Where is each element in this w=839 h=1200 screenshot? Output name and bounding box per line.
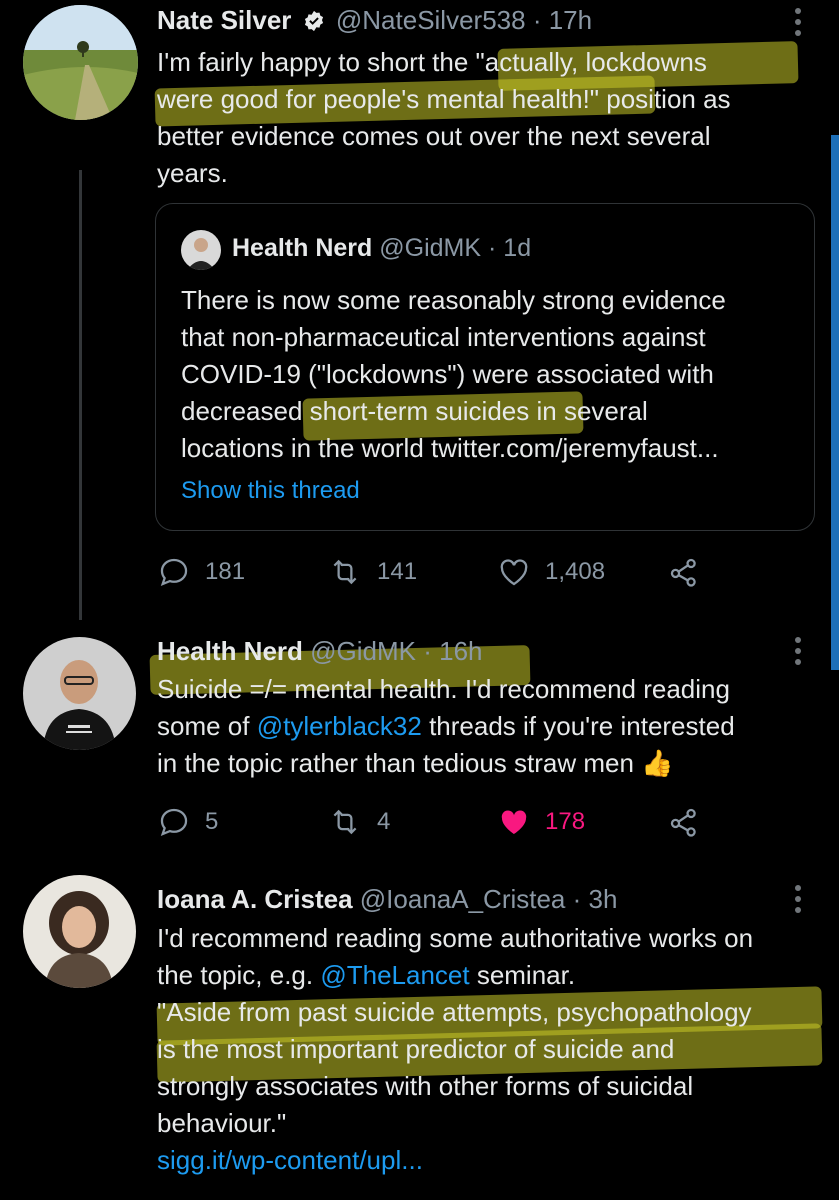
quote-text: There is now some reasonably strong evid… (181, 282, 801, 467)
text-segment: threads if you're interested (421, 711, 735, 741)
quote-line: that non-pharmaceutical interventions ag… (181, 322, 706, 352)
quote-author-handle: @GidMK (379, 234, 482, 262)
tweet-line: better evidence comes out over the next … (157, 121, 711, 151)
more-icon[interactable] (792, 885, 804, 918)
retweet-count: 141 (377, 558, 418, 585)
like-count: 178 (545, 808, 586, 835)
quote-time: · 1d (488, 234, 532, 262)
tweet-text: I'm fairly happy to short the "actually,… (157, 44, 797, 192)
author-name[interactable]: Nate Silver (157, 5, 291, 35)
author-name[interactable]: Health Nerd (157, 636, 303, 666)
tweet-line: in the topic rather than tedious straw m… (157, 745, 797, 782)
tweet-line: the topic, e.g. @TheLancet seminar. (157, 957, 797, 994)
text-segment: some of (157, 711, 257, 741)
tweet-line: some of @tylerblack32 threads if you're … (157, 708, 797, 745)
quote-line: decreased short-term suicides in several (181, 396, 648, 426)
tweet-text: I'd recommend reading some authoritative… (157, 920, 797, 1179)
author-handle[interactable]: @GidMK (310, 636, 416, 666)
share-icon (670, 808, 696, 837)
quote-line: locations in the world twitter.com/jerem… (181, 433, 719, 463)
like-icon (501, 810, 527, 835)
tweet-line: I'm fairly happy to short the "actually,… (157, 47, 707, 77)
quote-avatar (181, 230, 221, 270)
reply-button[interactable]: 181 (157, 555, 245, 589)
tweet-header: Nate Silver @NateSilver538 · 17h (157, 5, 592, 36)
reply-icon (160, 558, 188, 587)
tweet-line: "Aside from past suicide attempts, psych… (157, 997, 752, 1027)
quote-author-name: Health Nerd (232, 234, 373, 262)
tweet-line: years. (157, 158, 228, 188)
retweet-count: 4 (377, 808, 391, 835)
tweet-line: is the most important predictor of suici… (157, 1034, 675, 1064)
tweet-line: Suicide =/= mental health. I'd recommend… (157, 674, 730, 704)
reply-icon (160, 808, 188, 837)
quoted-tweet[interactable]: Health Nerd @GidMK · 1d There is now som… (155, 203, 815, 531)
author-handle[interactable]: @IoanaA_Cristea (360, 884, 566, 914)
reply-count: 181 (205, 558, 246, 585)
share-button[interactable] (667, 805, 715, 839)
scrollbar[interactable] (831, 135, 839, 670)
more-icon[interactable] (792, 8, 804, 41)
tweet-header: Ioana A. Cristea @IoanaA_Cristea · 3h (157, 884, 617, 915)
retweet-button[interactable]: 141 (327, 555, 417, 589)
quote-header: Health Nerd @GidMK · 1d (232, 234, 531, 263)
verified-badge-icon (304, 10, 323, 32)
tweet-line: behaviour." (157, 1108, 287, 1138)
more-icon[interactable] (792, 637, 804, 670)
tweet-header: Health Nerd @GidMK · 16h (157, 636, 483, 667)
tweet-time[interactable]: · 3h (573, 884, 618, 914)
share-icon (670, 558, 696, 587)
mention-link[interactable]: @TheLancet (320, 960, 469, 990)
avatar[interactable] (23, 637, 136, 750)
tweet-line: I'd recommend reading some authoritative… (157, 923, 754, 953)
text-segment: the topic, e.g. (157, 960, 321, 990)
quote-line: There is now some reasonably strong evid… (181, 285, 726, 315)
avatar[interactable] (23, 5, 138, 120)
url-link[interactable]: sigg.it/wp-content/upl... (157, 1142, 797, 1179)
avatar[interactable] (23, 875, 136, 988)
tweet-actions: 181 141 1,408 (157, 555, 717, 595)
tweet-line: strongly associates with other forms of … (157, 1071, 694, 1101)
reply-count: 5 (205, 808, 219, 835)
reply-button[interactable]: 5 (157, 805, 218, 839)
tweet-actions: 5 4 178 (157, 805, 717, 845)
retweet-icon (333, 809, 357, 835)
author-name[interactable]: Ioana A. Cristea (157, 884, 353, 914)
retweet-button[interactable]: 4 (327, 805, 390, 839)
text-segment: seminar. (469, 960, 576, 990)
quote-line: COVID-19 ("lockdowns") were associated w… (181, 359, 714, 389)
text-segment: in the topic rather than tedious straw m… (157, 748, 634, 778)
tweet-line: were good for people's mental health!" p… (157, 84, 731, 114)
tweet-time[interactable]: · 17h (533, 5, 592, 35)
like-button-active[interactable]: 178 (497, 805, 585, 839)
mention-link[interactable]: @tylerblack32 (257, 711, 422, 741)
like-count: 1,408 (545, 558, 606, 585)
tweet-time[interactable]: · 16h (423, 636, 482, 666)
author-handle[interactable]: @NateSilver538 (336, 5, 526, 35)
like-button[interactable]: 1,408 (497, 555, 605, 589)
retweet-icon (333, 559, 357, 585)
thread-connector-line (79, 170, 82, 620)
share-button[interactable] (667, 555, 715, 589)
thumbs-up-emoji: 👍 (641, 748, 674, 778)
like-icon (500, 559, 528, 586)
show-thread-link[interactable]: Show this thread (181, 477, 360, 505)
tweet-text: Suicide =/= mental health. I'd recommend… (157, 671, 797, 782)
